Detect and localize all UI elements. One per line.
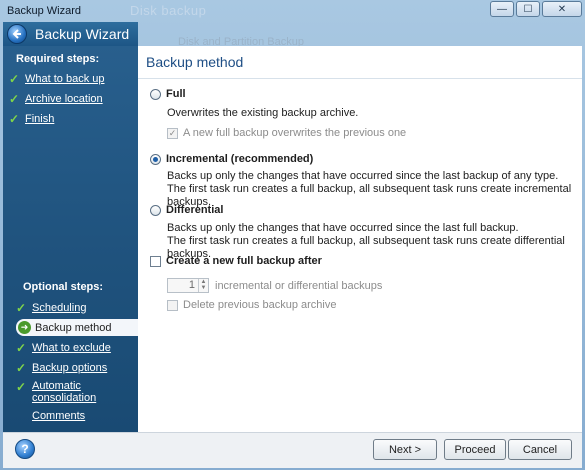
required-steps-heading: Required steps: — [16, 53, 100, 65]
optional-steps-heading: Optional steps: — [23, 281, 104, 293]
overwrite-previous-checkbox[interactable]: ✓ — [167, 127, 178, 139]
check-icon: ✓ — [9, 72, 20, 86]
sidebar-item-finish[interactable]: ✓ Finish — [9, 111, 135, 127]
differential-radio-label: Differential — [166, 204, 224, 216]
delete-previous-archive-label: Delete previous backup archive — [183, 299, 337, 311]
close-button[interactable]: ✕ — [542, 1, 582, 17]
full-radio[interactable] — [150, 88, 161, 100]
cancel-button[interactable]: Cancel — [508, 439, 572, 460]
check-icon: ✓ — [9, 112, 20, 126]
incremental-description-line-2: The first task run creates a full backup… — [167, 183, 572, 208]
sidebar-item-label: Scheduling — [32, 302, 87, 314]
backup-count-stepper[interactable]: 1 ▲ ▼ — [167, 278, 209, 293]
wizard-header-title: Backup Wizard — [35, 26, 130, 42]
delete-previous-archive-checkbox[interactable] — [167, 299, 178, 311]
overwrite-previous-label: A new full backup overwrites the previou… — [183, 127, 407, 139]
sidebar-item-scheduling[interactable]: ✓ Scheduling — [16, 300, 142, 316]
full-radio-label: Full — [166, 88, 186, 100]
stepper-down-icon[interactable]: ▼ — [199, 285, 208, 291]
title-bar[interactable]: Backup Wizard Disk backup — ☐ ✕ — [0, 0, 585, 22]
check-icon: ✓ — [16, 301, 27, 315]
delete-previous-archive-option[interactable]: Delete previous backup archive — [167, 299, 336, 311]
wizard-steps-sidebar: Required steps: ✓ What to back up ✓ Arch… — [3, 46, 138, 432]
proceed-button[interactable]: Proceed — [444, 439, 506, 460]
differential-description-line-1: Backs up only the changes that have occu… — [167, 222, 519, 234]
differential-radio[interactable] — [150, 204, 161, 216]
sidebar-item-label: What to back up — [25, 73, 105, 85]
backup-count-value[interactable]: 1 — [168, 279, 198, 292]
wizard-footer: ? Next > Proceed Cancel — [3, 432, 582, 468]
window-controls: — ☐ ✕ — [490, 1, 582, 17]
sidebar-item-what-to-back-up[interactable]: ✓ What to back up — [9, 71, 135, 87]
next-button[interactable]: Next > — [373, 439, 437, 460]
back-arrow-icon[interactable] — [7, 24, 27, 44]
backup-wizard-window: Backup Wizard Disk backup — ☐ ✕ Disk and… — [0, 0, 585, 470]
sidebar-item-label: Backup method — [35, 321, 112, 334]
check-icon: ✓ — [16, 361, 27, 375]
backup-method-panel: Backup method Full Overwrites the existi… — [138, 46, 582, 432]
sidebar-item-label: Finish — [25, 113, 55, 125]
sidebar-item-label: Backup options — [32, 362, 108, 374]
background-window-title: Disk backup — [130, 3, 207, 18]
current-step-arrow-icon: ➜ — [18, 321, 31, 334]
create-new-full-backup-label: Create a new full backup after — [166, 255, 322, 267]
full-description: Overwrites the existing backup archive. — [167, 107, 359, 119]
sidebar-item-automatic-consolidation[interactable]: ✓ Automatic consolidation — [16, 380, 142, 406]
sidebar-item-what-to-exclude[interactable]: ✓ What to exclude — [16, 340, 142, 356]
sidebar-item-backup-method[interactable]: ➜ Backup method — [16, 319, 138, 336]
check-icon: ✓ — [9, 92, 20, 106]
overwrite-previous-option[interactable]: ✓ A new full backup overwrites the previ… — [167, 127, 406, 139]
check-icon: ✓ — [16, 341, 27, 355]
help-icon[interactable]: ? — [15, 439, 35, 459]
sidebar-item-label: Automatic consolidation — [32, 380, 97, 404]
full-radio-option[interactable]: Full — [150, 88, 186, 100]
sidebar-item-label: Archive location — [25, 93, 103, 105]
title-divider — [138, 78, 582, 79]
backup-count-suffix: incremental or differential backups — [215, 280, 383, 292]
differential-radio-option[interactable]: Differential — [150, 204, 223, 216]
sidebar-item-backup-options[interactable]: ✓ Backup options — [16, 360, 142, 376]
incremental-description: Backs up only the changes that have occu… — [167, 170, 582, 209]
create-new-full-backup-checkbox[interactable] — [150, 255, 161, 267]
sidebar-item-label: What to exclude — [32, 342, 111, 354]
sidebar-item-comments[interactable]: Comments — [16, 408, 142, 424]
incremental-radio-label: Incremental (recommended) — [166, 153, 314, 165]
maximize-button[interactable]: ☐ — [516, 1, 540, 17]
page-title: Backup method — [146, 54, 244, 70]
back-arrow-glyph — [12, 29, 21, 39]
window-title: Backup Wizard — [7, 5, 81, 17]
minimize-button[interactable]: — — [490, 1, 514, 17]
wizard-header: Backup Wizard — [3, 22, 138, 46]
incremental-radio-option[interactable]: Incremental (recommended) — [150, 153, 313, 165]
sidebar-item-label: Comments — [32, 410, 86, 422]
incremental-radio[interactable] — [150, 153, 161, 165]
incremental-description-line-1: Backs up only the changes that have occu… — [167, 170, 559, 182]
stepper-arrows: ▲ ▼ — [198, 279, 208, 292]
sidebar-item-archive-location[interactable]: ✓ Archive location — [9, 91, 135, 107]
check-icon: ✓ — [16, 380, 27, 394]
create-new-full-backup-option[interactable]: Create a new full backup after — [150, 255, 322, 267]
